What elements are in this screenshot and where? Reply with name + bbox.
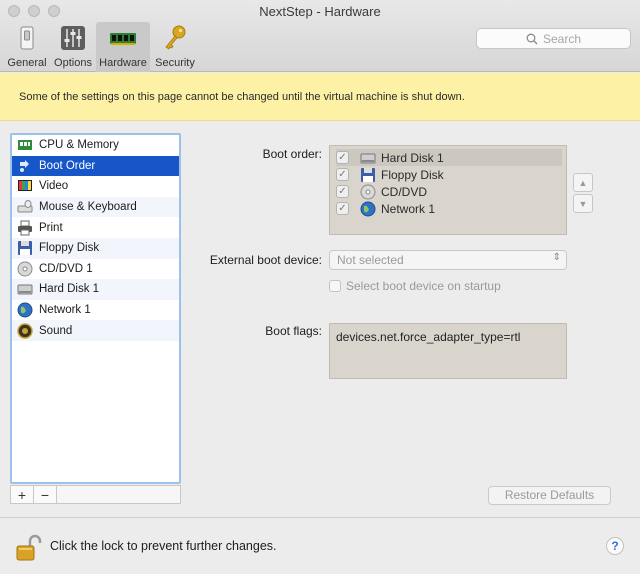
tab-general-label: General: [7, 57, 47, 69]
sidebar-item-label: Boot Order: [39, 159, 96, 172]
keyboard-icon: [17, 199, 33, 215]
boot-item-label: Floppy Disk: [381, 167, 444, 182]
boot-item-checkbox[interactable]: ✓: [336, 168, 349, 181]
sidebar-item-label: CD/DVD 1: [39, 262, 93, 275]
tab-options-label: Options: [54, 57, 92, 69]
lock-message: Click the lock to prevent further change…: [50, 539, 277, 553]
sidebar-item-label: CPU & Memory: [39, 139, 119, 152]
window-title: NextStep - Hardware: [259, 4, 381, 19]
boot-flags-label: Boot flags:: [265, 324, 322, 338]
checkbox-box[interactable]: [329, 280, 341, 292]
external-boot-device-select[interactable]: Not selected ⇕: [329, 250, 567, 270]
sidebar-item-label: Mouse & Keyboard: [39, 201, 137, 214]
search-placeholder: Search: [542, 31, 582, 46]
sidebar-item-print[interactable]: Print: [12, 217, 179, 238]
arrow-up-icon: ▲: [578, 177, 588, 188]
warning-banner-text: Some of the settings on this page cannot…: [19, 91, 465, 103]
floppy-disk-icon: [17, 240, 33, 256]
chevron-updown-icon: ⇕: [552, 252, 561, 263]
boot-item-floppy-disk[interactable]: ✓ Floppy Disk: [336, 166, 444, 183]
hard-disk-icon: [17, 281, 33, 297]
sidebar-item-label: Sound: [39, 324, 73, 337]
boot-item-network[interactable]: ✓ Network 1: [336, 200, 435, 217]
boot-item-hard-disk[interactable]: ✓ Hard Disk 1: [336, 149, 562, 166]
cpu-memory-icon: [17, 137, 33, 153]
boot-item-cd-dvd[interactable]: ✓ CD/DVD: [336, 183, 427, 200]
network-globe-icon: [360, 201, 376, 217]
tab-hardware[interactable]: Hardware: [96, 22, 150, 72]
search-icon: [526, 33, 538, 44]
boot-item-checkbox[interactable]: ✓: [336, 202, 349, 215]
tab-security[interactable]: Security: [152, 22, 198, 72]
list-toolbar: + −: [10, 485, 181, 504]
sidebar-item-cd-dvd[interactable]: CD/DVD 1: [12, 259, 179, 280]
boot-item-label: Hard Disk 1: [381, 150, 444, 165]
external-boot-device-value: Not selected: [337, 253, 404, 267]
sidebar-item-network[interactable]: Network 1: [12, 300, 179, 321]
boot-item-label: Network 1: [381, 201, 436, 216]
sidebar-item-label: Network 1: [39, 304, 91, 317]
sidebar-item-label: Hard Disk 1: [39, 283, 100, 296]
boot-order-icon: [17, 158, 33, 174]
external-boot-device-label: External boot device:: [209, 253, 322, 267]
sidebar-item-label: Video: [39, 180, 69, 193]
sidebar-item-video[interactable]: Video: [12, 176, 179, 197]
footer-divider: [0, 517, 640, 518]
tab-options[interactable]: Options: [51, 22, 95, 72]
hard-disk-icon: [360, 150, 376, 166]
boot-item-checkbox[interactable]: ✓: [336, 185, 349, 198]
select-boot-device-label: Select boot device on startup: [346, 279, 501, 293]
video-icon: [17, 178, 33, 194]
add-device-button[interactable]: +: [11, 486, 34, 503]
sidebar-item-floppy-disk[interactable]: Floppy Disk: [12, 237, 179, 259]
boot-item-checkbox[interactable]: ✓: [336, 151, 349, 164]
sidebar-item-mouse-keyboard[interactable]: Mouse & Keyboard: [12, 196, 179, 218]
warning-banner: Some of the settings on this page cannot…: [0, 73, 640, 121]
sliders-icon: [59, 24, 87, 52]
cd-dvd-icon: [360, 184, 376, 200]
cd-dvd-icon: [17, 261, 33, 277]
printer-icon: [17, 220, 33, 236]
hardware-list[interactable]: CPU & Memory Boot Order Video Mouse & Ke…: [10, 133, 181, 484]
sidebar-item-boot-order[interactable]: Boot Order: [12, 155, 179, 177]
sidebar-item-sound[interactable]: Sound: [12, 320, 179, 341]
sidebar-item-cpu-memory[interactable]: CPU & Memory: [12, 135, 179, 156]
search-input[interactable]: Search: [476, 28, 631, 49]
title-bar: NextStep - Hardware General Options Hard…: [0, 0, 640, 72]
speaker-icon: [17, 322, 33, 339]
restore-defaults-button[interactable]: Restore Defaults: [488, 486, 611, 505]
boot-order-label: Boot order:: [262, 147, 322, 161]
tab-general[interactable]: General: [6, 22, 48, 72]
sidebar-item-label: Print: [39, 221, 63, 234]
sidebar-item-hard-disk[interactable]: Hard Disk 1: [12, 279, 179, 300]
lock-icon[interactable]: [16, 534, 42, 562]
boot-order-list[interactable]: ✓ Hard Disk 1 ✓ Floppy Disk ✓ CD/DVD ✓ N…: [329, 145, 567, 235]
tab-security-label: Security: [155, 57, 195, 69]
select-boot-device-checkbox[interactable]: Select boot device on startup: [329, 279, 501, 293]
help-button[interactable]: ?: [606, 537, 624, 555]
remove-device-button[interactable]: −: [34, 486, 57, 503]
network-globe-icon: [17, 302, 33, 318]
boot-flags-value: devices.net.force_adapter_type=rtl: [336, 330, 521, 344]
floppy-disk-icon: [360, 167, 376, 183]
boot-item-label: CD/DVD: [381, 184, 428, 199]
sidebar-item-label: Floppy Disk: [39, 242, 100, 255]
switch-icon: [13, 24, 41, 52]
move-down-button[interactable]: ▼: [573, 194, 593, 213]
move-up-button[interactable]: ▲: [573, 173, 593, 192]
memory-chip-icon: [109, 24, 137, 52]
boot-flags-field[interactable]: devices.net.force_adapter_type=rtl: [329, 323, 567, 379]
key-icon: [161, 24, 189, 52]
tab-hardware-label: Hardware: [99, 57, 147, 69]
arrow-down-icon: ▼: [578, 198, 588, 209]
